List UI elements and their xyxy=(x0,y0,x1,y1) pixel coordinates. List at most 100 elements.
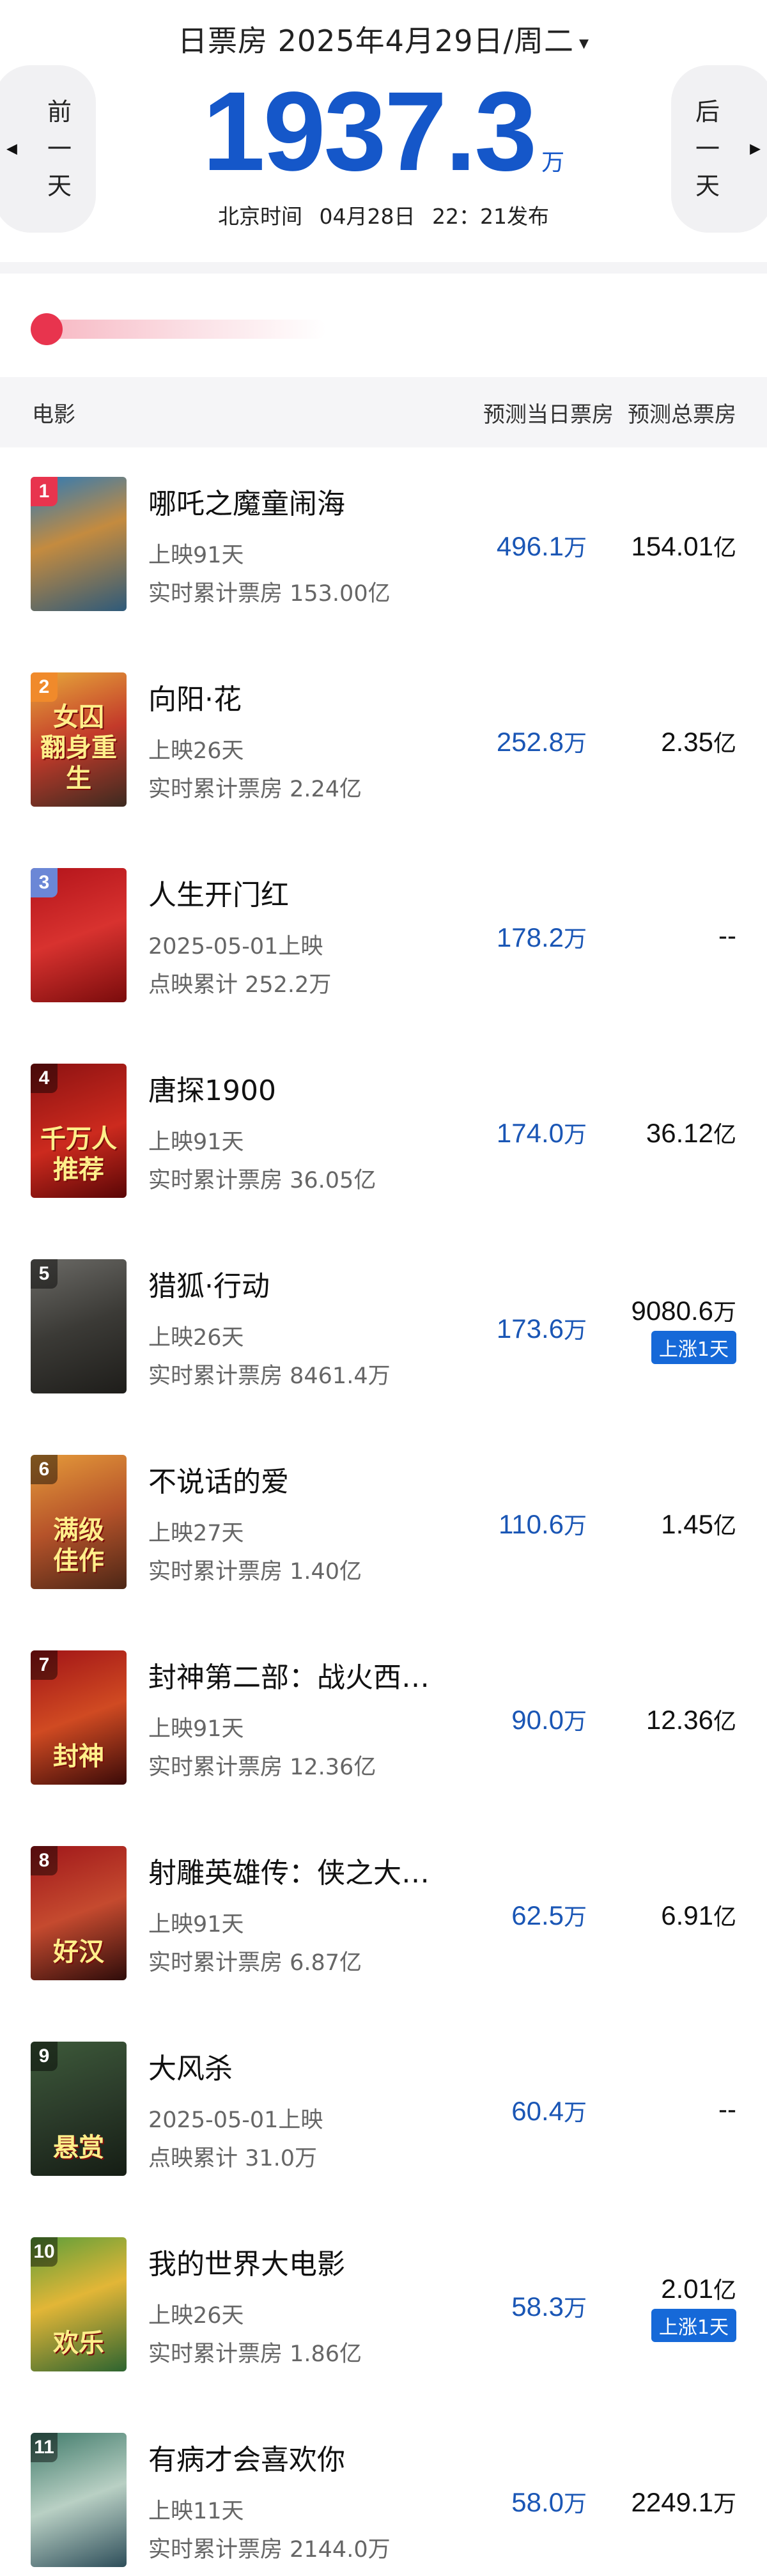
day-forecast-value: 60.4 xyxy=(511,2096,564,2126)
poster-text: 好汉 xyxy=(53,1937,104,1967)
movie-days: 上映26天 xyxy=(148,738,244,764)
movie-name[interactable]: 射雕英雄传：侠之大… xyxy=(148,1850,430,1891)
day-forecast-value: 174.0 xyxy=(496,1118,564,1148)
day-forecast: 178.2万 xyxy=(497,920,587,954)
movie-poster[interactable]: 11 xyxy=(31,2433,127,2567)
movie-poster[interactable]: 3 xyxy=(31,868,127,1002)
movie-row[interactable]: 11 有病才会喜欢你 上映11天 实时累计票房 2144.0万 58.0万 2249.1万 xyxy=(0,2403,767,2576)
movie-name[interactable]: 我的世界大电影 xyxy=(148,2241,345,2282)
total-forecast-value: 2249.1 xyxy=(631,2487,713,2517)
total-forecast-value: 154.01 xyxy=(631,531,713,561)
day-forecast: 58.3万 xyxy=(511,2290,587,2323)
poster-text: 欢乐 xyxy=(53,2329,104,2358)
day-forecast-unit: 万 xyxy=(563,2491,587,2517)
total-forecast: 2249.1万 xyxy=(631,2485,736,2518)
promo-dot-icon xyxy=(31,313,63,345)
total-forecast-unit: 亿 xyxy=(713,2277,736,2304)
movie-poster[interactable]: 10 欢乐 xyxy=(31,2237,127,2371)
day-forecast-value: 90.0 xyxy=(511,1705,564,1735)
daily-total-value: 1937.3 xyxy=(202,69,537,194)
movie-name[interactable]: 唐探1900 xyxy=(148,1067,276,1108)
movie-poster[interactable]: 4 千万人推荐 xyxy=(31,1064,127,1198)
movie-poster[interactable]: 6 满级 佳作 xyxy=(31,1455,127,1589)
movie-days: 2025-05-01上映 xyxy=(148,934,323,959)
movie-name[interactable]: 封神第二部：战火西… xyxy=(148,1654,430,1695)
movie-poster[interactable]: 1 xyxy=(31,477,127,611)
movie-name[interactable]: 哪吒之魔童闹海 xyxy=(148,481,345,522)
poster-text: 封神 xyxy=(53,1742,104,1771)
total-forecast-value: 9080.6 xyxy=(631,1296,713,1326)
movie-poster[interactable]: 5 xyxy=(31,1259,127,1393)
movie-poster[interactable]: 2 女囚 翻身重生 xyxy=(31,672,127,807)
rank-badge: 1 xyxy=(31,477,58,506)
movie-row[interactable]: 6 满级 佳作 不说话的爱 上映27天 实时累计票房 1.40亿 110.6万 1.45亿 xyxy=(0,1425,767,1621)
day-forecast-unit: 万 xyxy=(563,731,587,757)
total-forecast-value: 6.91 xyxy=(661,1900,713,1930)
column-total-forecast[interactable]: 预测总票房 xyxy=(614,397,767,428)
total-forecast-value: 36.12 xyxy=(646,1118,713,1148)
total-forecast-unit: 亿 xyxy=(713,1122,736,1148)
divider xyxy=(0,262,767,274)
movie-poster[interactable]: 7 封神 xyxy=(31,1650,127,1785)
movie-cumulative: 实时累计票房 1.86亿 xyxy=(148,2341,362,2367)
total-forecast: -- xyxy=(718,2094,736,2125)
movie-row[interactable]: 3 人生开门红 2025-05-01上映 点映累计 252.2万 178.2万 -- xyxy=(0,839,767,1034)
movie-name[interactable]: 向阳·花 xyxy=(148,676,242,717)
movie-row[interactable]: 8 好汉 射雕英雄传：侠之大… 上映91天 实时累计票房 6.87亿 62.5万 6.91亿 xyxy=(0,1817,767,2012)
movie-name[interactable]: 猎狐·行动 xyxy=(148,1263,270,1304)
day-forecast-unit: 万 xyxy=(563,2295,587,2322)
total-forecast-value: -- xyxy=(718,920,736,950)
movie-cumulative: 实时累计票房 153.00亿 xyxy=(148,581,391,607)
next-day-button[interactable]: 后 一 天 ▶ xyxy=(671,65,767,233)
movie-row[interactable]: 7 封神 封神第二部：战火西… 上映91天 实时累计票房 12.36亿 90.0万 12.3… xyxy=(0,1621,767,1817)
caret-down-icon: ▾ xyxy=(578,32,590,54)
movie-days: 2025-05-01上映 xyxy=(148,2107,323,2133)
day-forecast-value: 58.0 xyxy=(511,2487,564,2517)
day-forecast-value: 252.8 xyxy=(496,727,564,757)
movie-days: 上映91天 xyxy=(148,1912,244,1937)
total-forecast: 6.91亿 xyxy=(661,1898,736,1932)
day-forecast: 60.4万 xyxy=(511,2094,587,2127)
movie-poster[interactable]: 9 悬赏 xyxy=(31,2042,127,2176)
total-forecast: 36.12亿 xyxy=(646,1116,736,1149)
day-forecast-value: 173.6 xyxy=(496,1314,564,1344)
publish-prefix: 北京时间 xyxy=(218,204,303,229)
promo-banner[interactable] xyxy=(0,274,767,377)
publish-time: 22：21发布 xyxy=(432,204,549,229)
page-title: 日票房 2025年4月29日/周二 xyxy=(177,24,574,58)
movie-cumulative: 实时累计票房 12.36亿 xyxy=(148,1755,376,1780)
movie-poster[interactable]: 8 好汉 xyxy=(31,1846,127,1980)
movie-row[interactable]: 5 猎狐·行动 上映26天 实时累计票房 8461.4万 173.6万 9080.6万 上涨… xyxy=(0,1230,767,1425)
total-forecast-value: 2.35 xyxy=(661,727,713,757)
day-forecast-unit: 万 xyxy=(563,1513,587,1539)
date-selector[interactable]: 日票房 2025年4月29日/周二 ▾ xyxy=(0,18,767,60)
rank-badge: 8 xyxy=(31,1846,58,1875)
total-forecast-unit: 亿 xyxy=(713,535,736,561)
movie-cumulative: 实时累计票房 2.24亿 xyxy=(148,777,362,802)
total-forecast-unit: 亿 xyxy=(713,731,736,757)
movie-name[interactable]: 大风杀 xyxy=(148,2045,233,2086)
total-forecast: 1.45亿 xyxy=(661,1507,736,1540)
day-forecast: 62.5万 xyxy=(511,1898,587,1932)
rise-badge: 上涨1天 xyxy=(651,2309,736,2342)
day-forecast-unit: 万 xyxy=(563,535,587,561)
column-header: 电影 预测当日票房 预测总票房 xyxy=(0,377,767,447)
movie-name[interactable]: 有病才会喜欢你 xyxy=(148,2437,345,2478)
column-day-forecast[interactable]: 预测当日票房 xyxy=(460,397,614,428)
movie-row[interactable]: 10 欢乐 我的世界大电影 上映26天 实时累计票房 1.86亿 58.3万 2.01亿 上涨… xyxy=(0,2208,767,2403)
movie-days: 上映91天 xyxy=(148,543,244,568)
movie-name[interactable]: 人生开门红 xyxy=(148,872,289,913)
movie-row[interactable]: 9 悬赏 大风杀 2025-05-01上映 点映累计 31.0万 60.4万 -- xyxy=(0,2012,767,2208)
movie-row[interactable]: 1 哪吒之魔童闹海上映91天实时累计票房 153.00亿 496.1万 154.01亿 xyxy=(0,447,767,643)
total-forecast: -- xyxy=(718,920,736,951)
rank-badge: 4 xyxy=(31,1064,58,1093)
movie-days: 上映26天 xyxy=(148,2303,244,2329)
movie-days: 上映27天 xyxy=(148,1521,244,1546)
arrow-right-icon: ▶ xyxy=(750,141,761,157)
day-forecast-value: 496.1 xyxy=(496,531,564,561)
day-forecast-value: 178.2 xyxy=(496,922,564,952)
day-forecast-value: 58.3 xyxy=(511,2292,564,2322)
movie-name[interactable]: 不说话的爱 xyxy=(148,1459,289,1500)
movie-row[interactable]: 2 女囚 翻身重生 向阳·花上映26天实时累计票房 2.24亿 252.8万 2.35亿 xyxy=(0,643,767,839)
movie-row[interactable]: 4 千万人推荐 唐探1900 上映91天 实时累计票房 36.05亿 174.0万 36.1… xyxy=(0,1034,767,1230)
